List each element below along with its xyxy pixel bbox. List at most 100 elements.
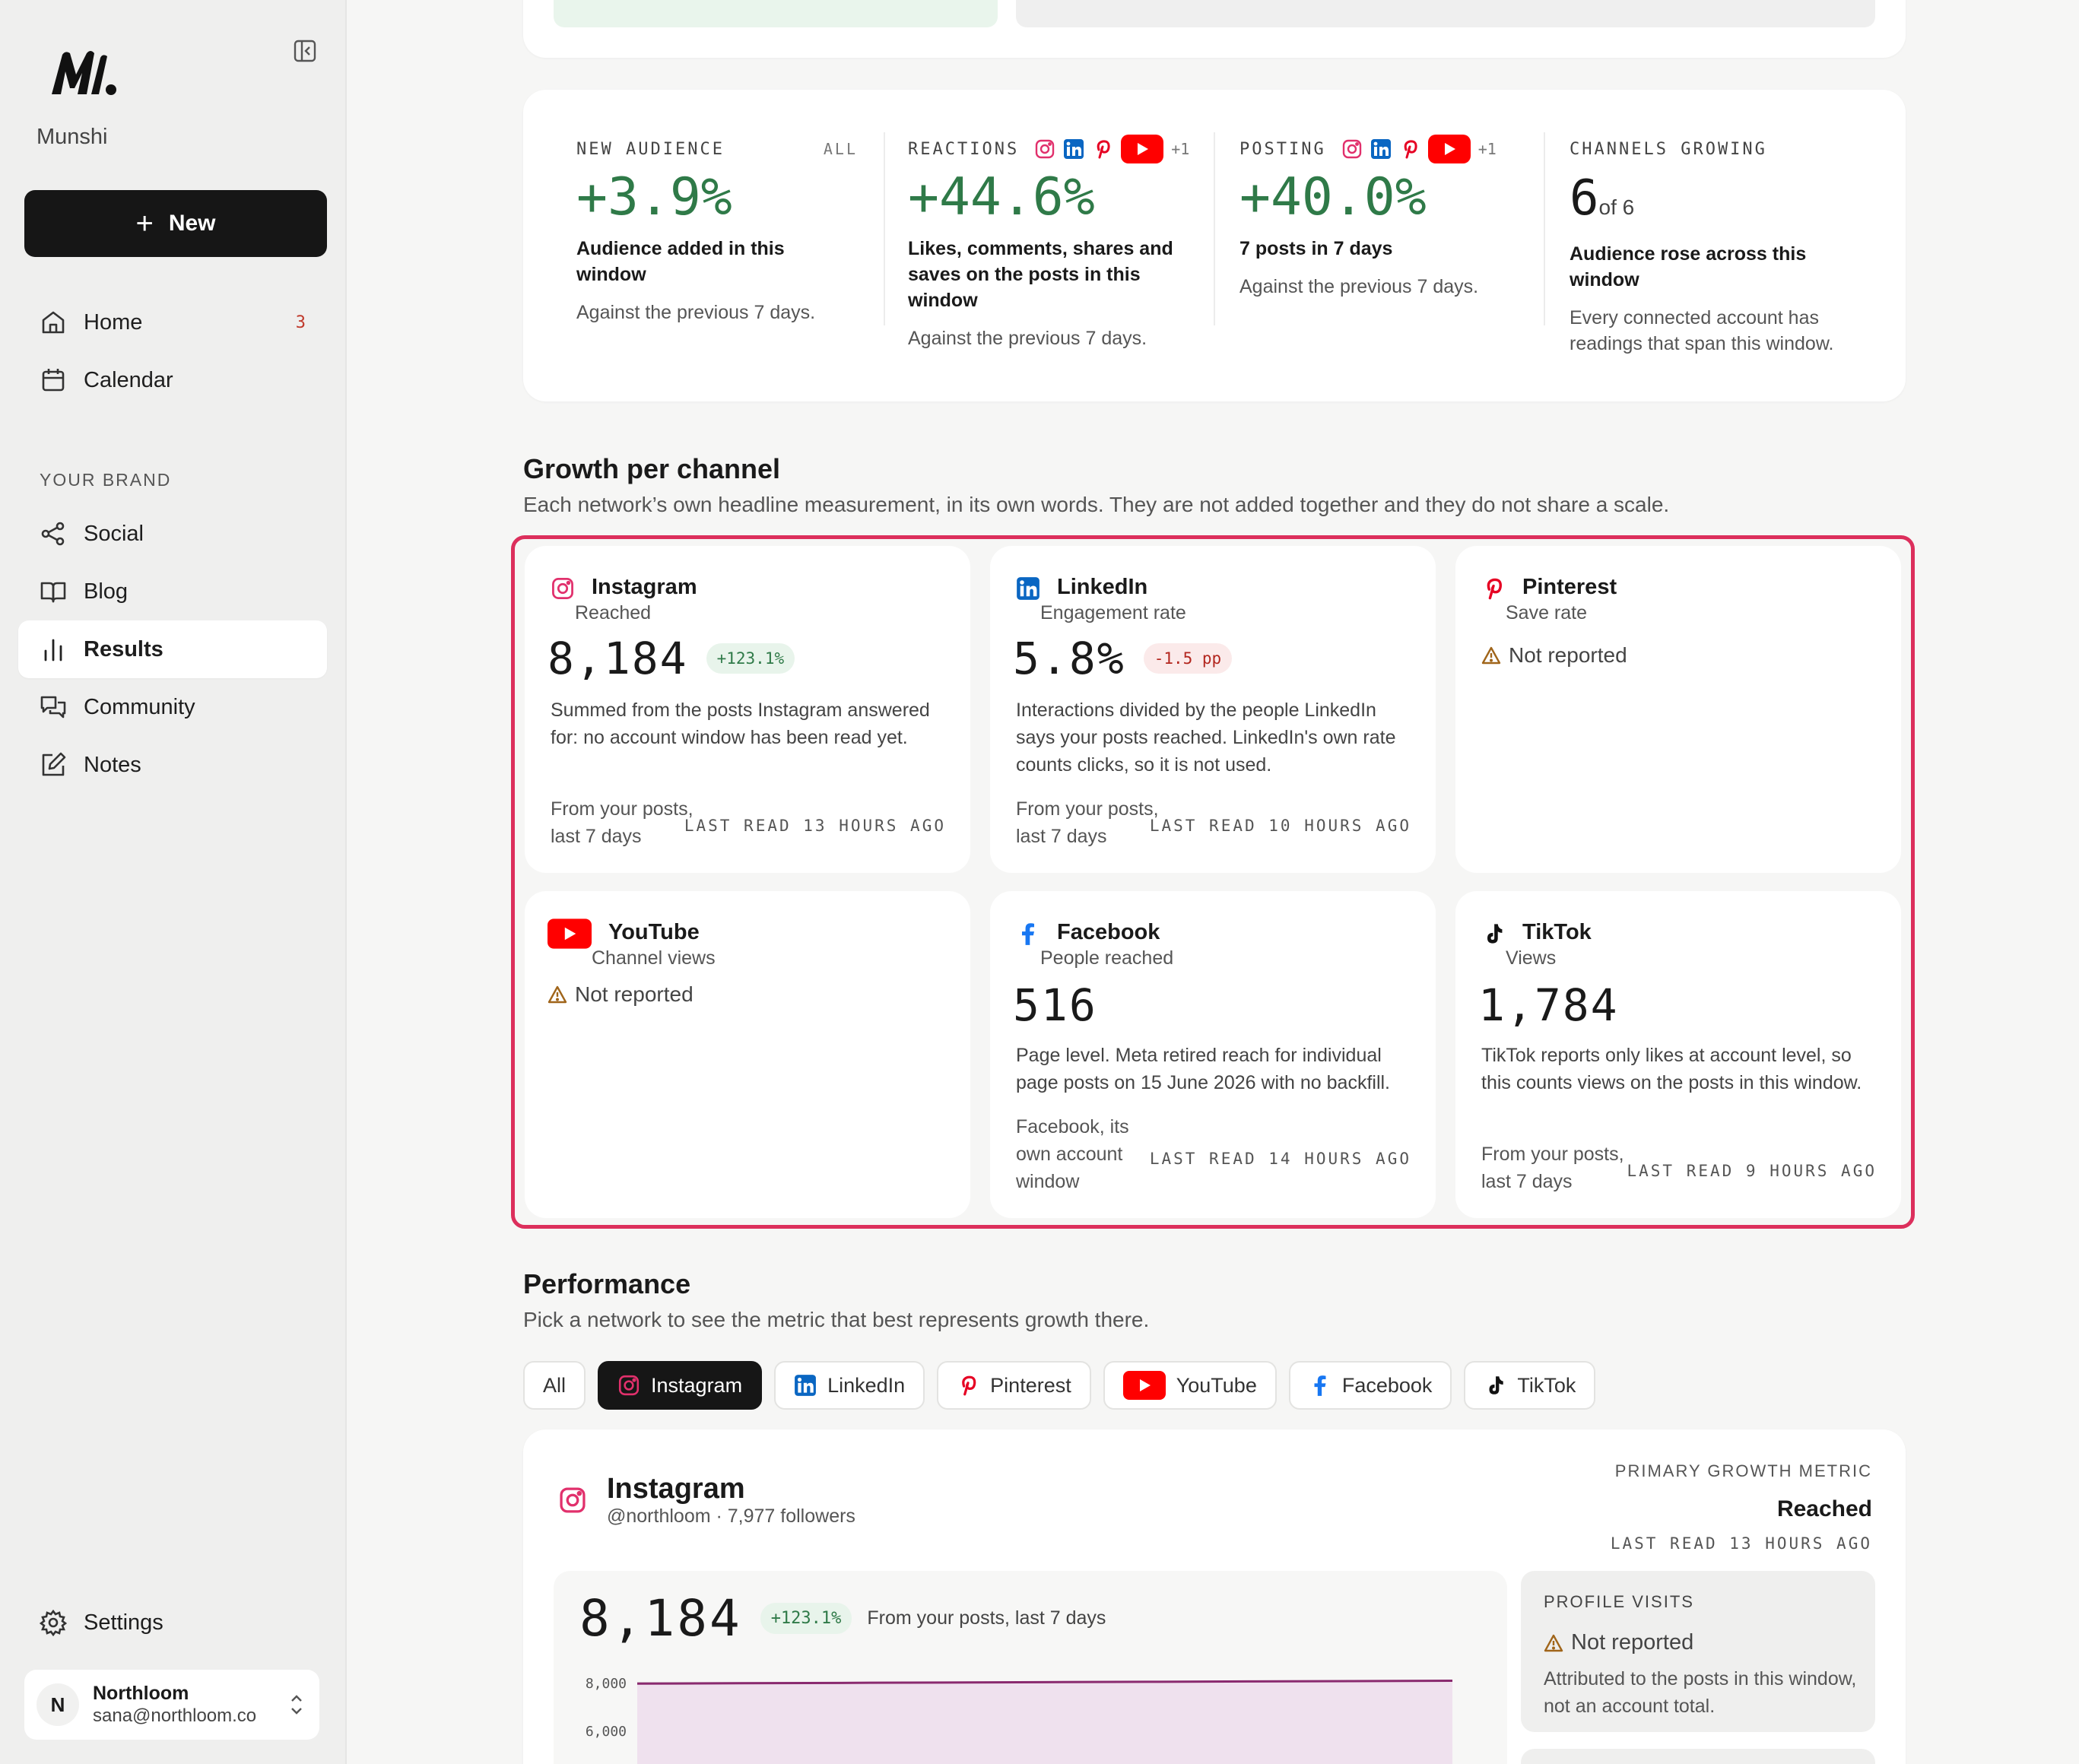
sidebar-item-results[interactable]: Results [18,620,327,678]
sidebar-item-label: Blog [84,579,129,604]
channel-metric: Save rate [1506,602,1588,623]
plus-icon: + [135,207,154,240]
kpi-label: NEW AUDIENCE [576,139,725,159]
kpi-value: +44.6% [908,167,1095,227]
more-channels-count: +1 [1171,140,1190,158]
tab-label: All [543,1373,567,1397]
divider [884,132,885,325]
kpi-value: +3.9% [576,167,732,227]
kpi-value-suffix: of 6 [1598,195,1635,219]
channel-source: From your posts, last 7 days [1016,798,1159,847]
kpi-value: 6 [1570,170,1599,227]
share-icon [41,522,65,546]
channel-name: Pinterest [1522,575,1617,599]
facebook-icon [1022,923,1034,945]
sidebar-item-community[interactable]: Community [18,678,327,736]
channel-card-pinterest[interactable]: Pinterest Save rate Not reported [1455,546,1901,873]
instagram-icon [552,578,573,599]
sidebar-item-label: Home [84,309,143,335]
profile-visits-card: PROFILE VISITS Not reported Attributed t… [1521,1571,1875,1732]
tab-label: Pinterest [990,1373,1071,1397]
channel-card-linkedin[interactable]: LinkedIn Engagement rate 5.8% -1.5 pp Inte… [990,546,1436,873]
not-reported-label: Not reported [1509,643,1627,667]
sidebar-item-label: Results [84,636,163,662]
instagram-icon [618,1375,640,1396]
chevron-updown-icon [291,1695,302,1715]
youtube-icon [1427,135,1471,163]
account-switcher[interactable]: N Northloom sana@northloom.co [24,1670,319,1740]
channel-card-instagram[interactable]: Instagram Reached 8,184 +123.1% Summed fro… [525,546,970,873]
profile-visits-label: PROFILE VISITS [1544,1592,1694,1611]
brand-name: Munshi [37,125,108,149]
linkedin-icon [1370,139,1391,159]
channel-value: 8,184 [548,633,688,684]
channel-metric: Engagement rate [1040,602,1186,623]
sidebar-item-label: Settings [84,1610,163,1635]
account-handle: @northloom · 7,977 followers [607,1505,855,1527]
channel-value: 5.8% [1013,633,1125,684]
kpi-headline: Likes, comments, shares and saves on the… [908,238,1173,311]
new-button[interactable]: + New [24,190,327,257]
tab-instagram[interactable]: Instagram [598,1361,763,1410]
munshi-logo[interactable] [47,47,117,99]
channel-card-youtube[interactable]: YouTube Channel views Not reported [525,891,970,1218]
tiktok-icon [1489,1376,1504,1394]
last-read: LAST READ 10 HOURS AGO [1149,817,1411,835]
instagram-icon [560,1486,586,1513]
profile-visits-description: Attributed to the posts in this window, … [1544,1668,1857,1717]
pinterest-icon [1404,140,1417,159]
channel-description: TikTok reports only likes at account lev… [1481,1045,1862,1093]
account-name: Instagram [607,1473,745,1505]
sidebar-item-settings[interactable]: Settings [18,1594,327,1651]
sidebar-item-blog[interactable]: Blog [18,563,327,620]
divider [1214,132,1215,325]
channel-source: Facebook, its own account window [1016,1116,1129,1192]
primary-metric-value: Reached [1776,1496,1872,1521]
channel-description: Interactions divided by the people Linke… [1016,700,1396,776]
summary-card-partial [523,0,1906,58]
tab-label: Instagram [651,1373,743,1397]
calendar-icon [42,369,65,392]
tab-label: LinkedIn [827,1373,906,1397]
linkedin-icon [795,1375,817,1396]
y-tick-label: 8,000 [586,1676,627,1692]
tab-all[interactable]: All [523,1361,586,1410]
tab-youtube[interactable]: YouTube [1103,1361,1277,1410]
not-reported-label: Not reported [1571,1630,1694,1655]
kpi-note: Against the previous 7 days. [576,302,816,323]
reach-area-chart: 8,000 6,000 [586,1676,1453,1764]
gear-icon [40,1609,67,1636]
y-tick-label: 6,000 [586,1724,627,1740]
tab-linkedin[interactable]: LinkedIn [774,1361,925,1410]
warning-icon [1544,1634,1563,1651]
sidebar: Munshi + New Home 3 Calendar YOUR BRAND S… [0,0,347,1764]
channel-card-facebook[interactable]: Facebook People reached 516 Page level. M… [990,891,1436,1218]
sidebar-item-label: Notes [84,752,141,777]
last-read: LAST READ 13 HOURS AGO [1610,1534,1872,1553]
tab-tiktok[interactable]: TikTok [1464,1361,1596,1410]
sidebar-item-notes[interactable]: Notes [18,736,327,794]
section-title-growth: Growth per channel [523,453,781,484]
channel-card-tikok[interactable]: TikTok Views 1,784 TikTok reports only li… [1455,891,1901,1218]
facebook-icon [1314,1375,1326,1396]
not-reported-label: Not reported [575,982,694,1006]
linkedin-icon [1017,577,1040,600]
collapse-sidebar-icon[interactable] [294,40,316,62]
home-icon [42,311,65,334]
youtube-icon [548,918,592,949]
more-channels-count: +1 [1478,140,1497,158]
tab-facebook[interactable]: Facebook [1288,1361,1452,1410]
sidebar-item-label: Calendar [84,367,173,392]
sidebar-item-social[interactable]: Social [18,505,327,563]
kpi-scope: ALL [823,140,858,158]
sidebar-item-home[interactable]: Home 3 [18,293,327,351]
tab-label: YouTube [1176,1373,1257,1397]
tab-pinterest[interactable]: Pinterest [937,1361,1091,1410]
section-subtitle-growth: Each network’s own headline measurement,… [523,493,1670,516]
new-button-label: New [168,211,216,236]
channel-name: LinkedIn [1057,575,1148,599]
notification-badge: 3 [295,313,306,332]
sidebar-item-calendar[interactable]: Calendar [18,351,327,409]
channel-source: From your posts, last 7 days [551,798,694,847]
not-reported: Not reported [548,982,694,1007]
